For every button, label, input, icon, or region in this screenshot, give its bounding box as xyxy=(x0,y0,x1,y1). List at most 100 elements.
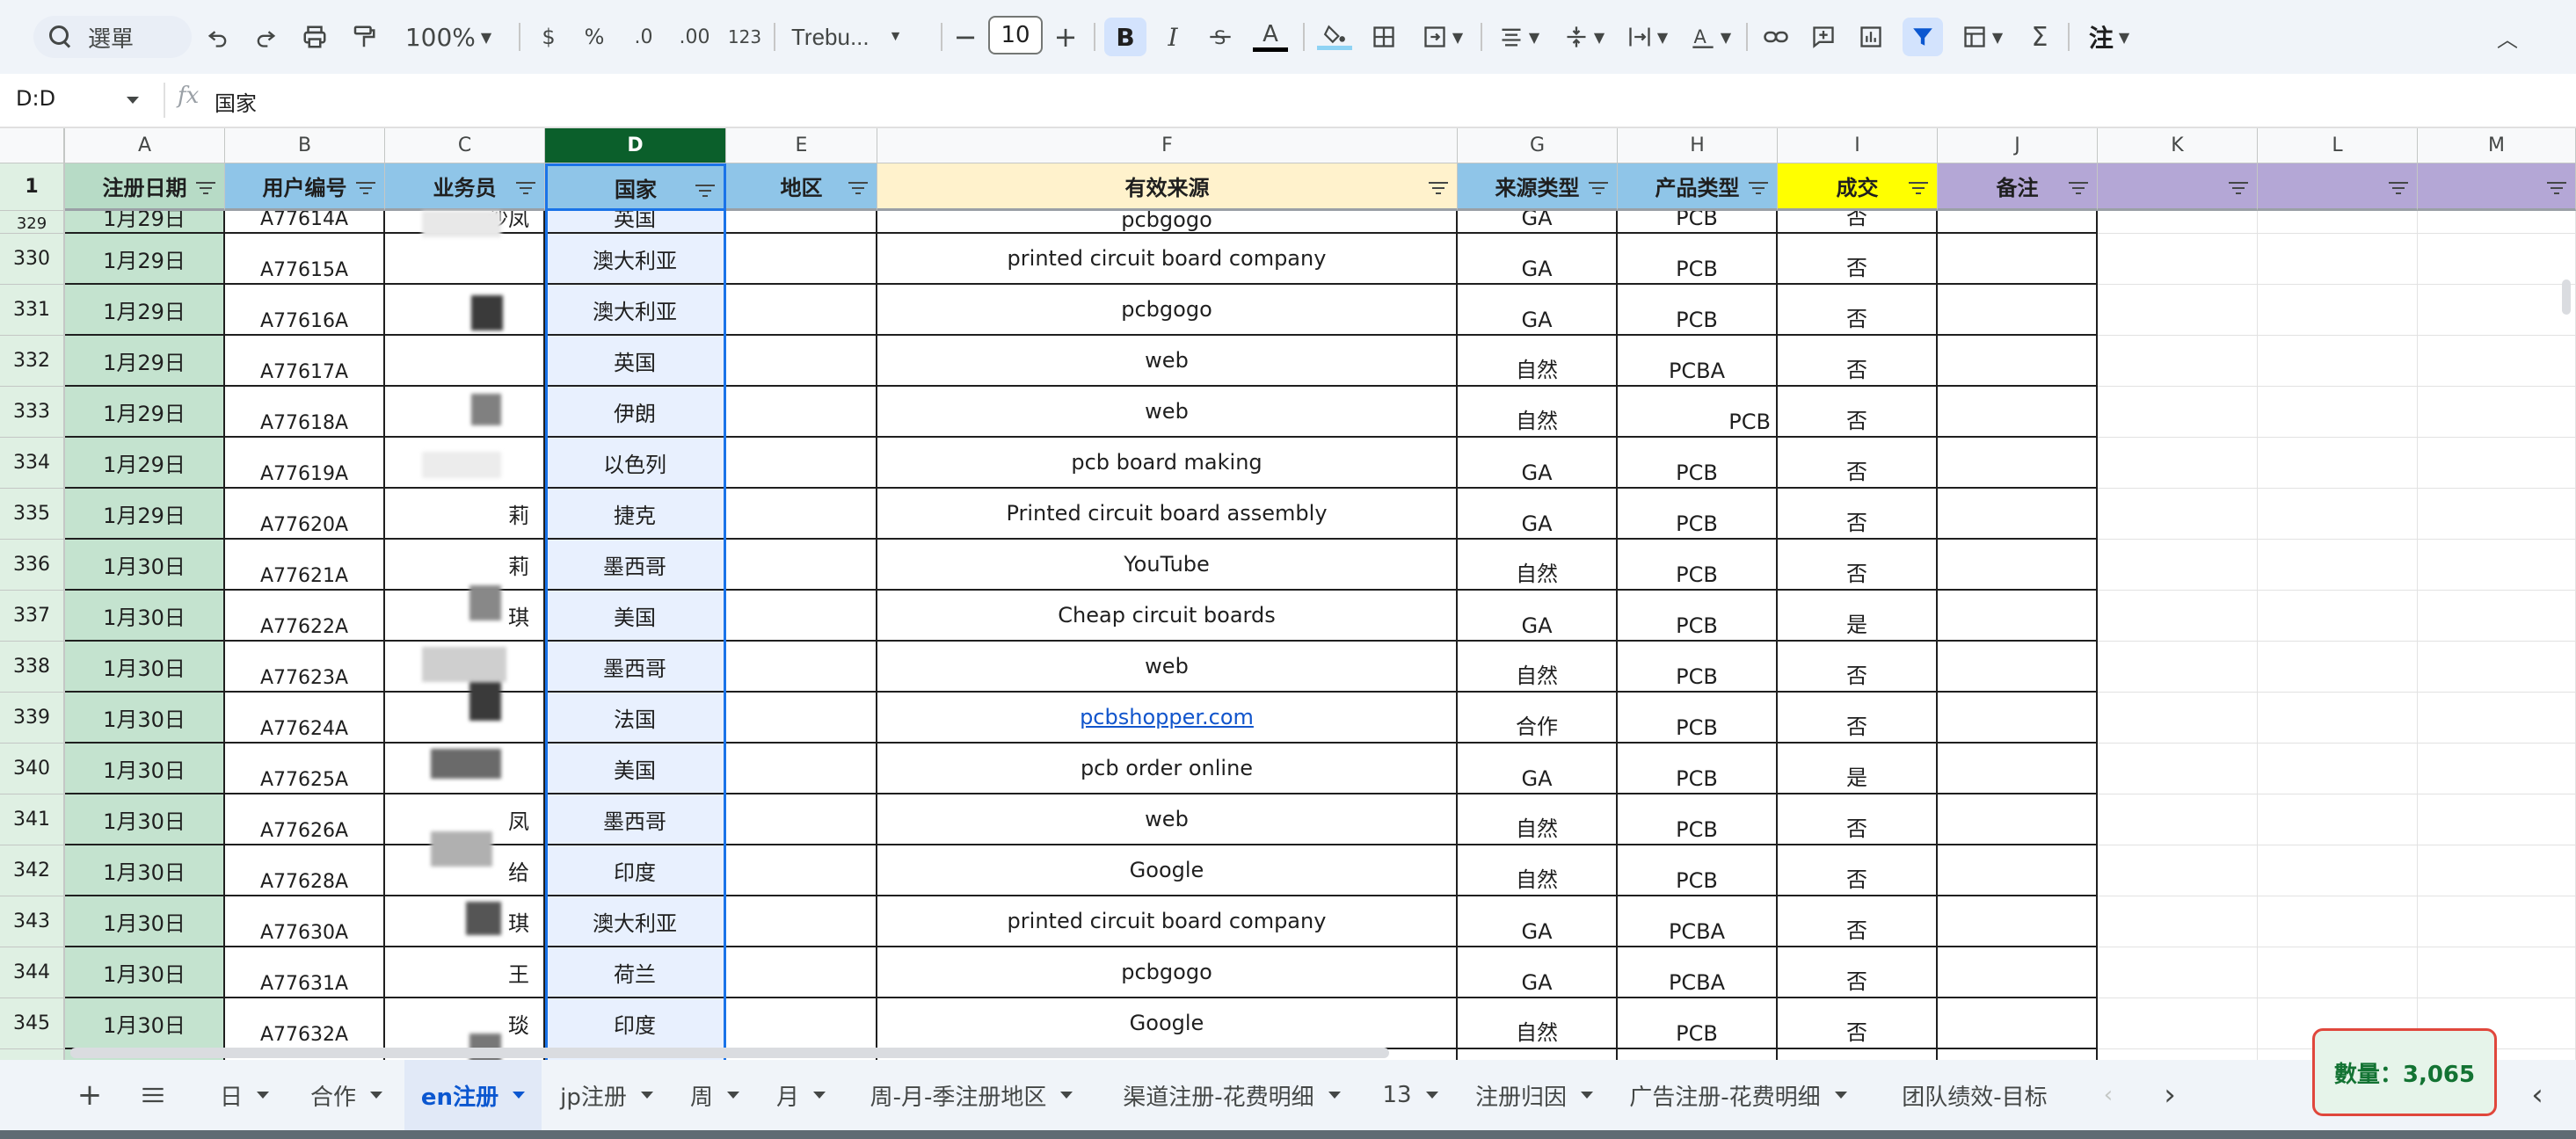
cell-j[interactable] xyxy=(1938,1049,2098,1060)
cell-e[interactable] xyxy=(726,234,877,285)
empty-cell[interactable] xyxy=(2098,794,2258,845)
cell-g[interactable]: GA xyxy=(1458,438,1618,489)
row-header[interactable]: 335 xyxy=(0,489,65,540)
sheet-tab[interactable]: 周-月-季注册地区 xyxy=(853,1060,1090,1130)
cell-a[interactable]: 1月29日 xyxy=(65,438,225,489)
header-cell-g[interactable]: 来源类型 xyxy=(1458,163,1618,211)
cell-g[interactable]: 自然 xyxy=(1458,540,1618,591)
cell-j[interactable] xyxy=(1938,998,2098,1049)
empty-cell[interactable] xyxy=(2418,489,2576,540)
strikethrough-icon[interactable]: S xyxy=(1201,18,1240,56)
filter-icon[interactable] xyxy=(1589,181,1608,195)
cell-i[interactable]: 否 xyxy=(1778,693,1938,744)
decrease-decimal-button[interactable]: .0 xyxy=(622,18,665,56)
cell-j[interactable] xyxy=(1938,336,2098,387)
insert-link-icon[interactable] xyxy=(1757,18,1795,56)
filter-icon[interactable] xyxy=(516,181,535,195)
cell-i[interactable]: 是 xyxy=(1778,591,1938,642)
cell-a[interactable]: 1月30日 xyxy=(65,845,225,896)
filter-icon[interactable] xyxy=(356,181,375,195)
cell-d[interactable]: 英国 xyxy=(545,211,726,234)
empty-cell[interactable] xyxy=(2258,693,2418,744)
row-header[interactable]: 337 xyxy=(0,591,65,642)
cell-j[interactable] xyxy=(1938,591,2098,642)
empty-cell[interactable] xyxy=(2258,211,2418,234)
cell-g[interactable]: 自然 xyxy=(1458,998,1618,1049)
cell-f[interactable]: printed circuit board company xyxy=(877,896,1458,947)
cell-e[interactable] xyxy=(726,693,877,744)
cell-h[interactable]: PCB xyxy=(1618,234,1778,285)
empty-cell[interactable] xyxy=(2098,998,2258,1049)
column-header-h[interactable]: H xyxy=(1618,128,1778,163)
sheet-tab[interactable]: 广告注册-花费明细 xyxy=(1614,1060,1862,1130)
empty-cell[interactable] xyxy=(2098,387,2258,438)
sheet-tab[interactable]: 合作 xyxy=(294,1060,399,1130)
cell-d[interactable]: 英国 xyxy=(545,336,726,387)
cell-g[interactable]: 合作 xyxy=(1458,693,1618,744)
font-size-input[interactable]: 10 xyxy=(988,16,1043,54)
fill-color-icon[interactable] xyxy=(1313,18,1356,56)
cell-b[interactable]: A77616A xyxy=(225,285,385,336)
cell-g[interactable]: 自然 xyxy=(1458,845,1618,896)
cell-e[interactable] xyxy=(726,387,877,438)
sheet-tab[interactable]: 渠道注册-花费明细 xyxy=(1104,1060,1359,1130)
cell-h[interactable]: PCB xyxy=(1618,1049,1778,1060)
empty-cell[interactable] xyxy=(2098,540,2258,591)
cell-b[interactable]: A77625A xyxy=(225,744,385,794)
cell-i[interactable]: 否 xyxy=(1778,642,1938,693)
cell-e[interactable] xyxy=(726,489,877,540)
row-header[interactable]: 336 xyxy=(0,540,65,591)
row-header[interactable]: 333 xyxy=(0,387,65,438)
row-header[interactable]: 340 xyxy=(0,744,65,794)
chevron-down-icon[interactable] xyxy=(813,1092,826,1099)
empty-cell[interactable] xyxy=(2258,794,2418,845)
header-cell-j[interactable]: 备注 xyxy=(1938,163,2098,211)
spreadsheet-grid[interactable]: A B C D E F G H I J K L M 1 注册日期 用户编号 业务员 国家 地区 有效来源 来源类型 产品类… xyxy=(0,128,2576,1060)
filter-icon[interactable] xyxy=(2229,181,2248,195)
cell-f[interactable]: web xyxy=(877,336,1458,387)
empty-cell[interactable] xyxy=(2418,438,2576,489)
empty-cell[interactable] xyxy=(2098,211,2258,234)
chevron-down-icon[interactable] xyxy=(640,1092,653,1099)
more-tools-button[interactable]: 注 ▼ xyxy=(2078,18,2140,56)
text-color-button[interactable]: A xyxy=(1248,18,1292,56)
cell-a[interactable]: 1月29日 xyxy=(65,489,225,540)
sheet-tab[interactable]: 13 xyxy=(1366,1060,1454,1130)
empty-cell[interactable] xyxy=(2258,591,2418,642)
cell-a[interactable]: 1月30日 xyxy=(65,744,225,794)
empty-cell[interactable] xyxy=(2098,285,2258,336)
cell-f[interactable]: YouTube xyxy=(877,540,1458,591)
column-header-c[interactable]: C xyxy=(385,128,545,163)
column-header-j[interactable]: J xyxy=(1938,128,2098,163)
empty-cell[interactable] xyxy=(2258,540,2418,591)
selection-count-badge[interactable]: 數量：3,065 xyxy=(2312,1028,2497,1116)
cell-i[interactable]: 否 xyxy=(1778,540,1938,591)
cell-d[interactable]: 伊朗 xyxy=(545,387,726,438)
row-header[interactable]: 338 xyxy=(0,642,65,693)
cell-a[interactable]: 1月29日 xyxy=(65,234,225,285)
cell-b[interactable]: A77615A xyxy=(225,234,385,285)
cell-j[interactable] xyxy=(1938,285,2098,336)
cell-e[interactable] xyxy=(726,642,877,693)
cell-h[interactable]: PCB xyxy=(1618,642,1778,693)
percent-format-button[interactable]: % xyxy=(575,18,614,56)
text-rotation-icon[interactable]: A ▼ xyxy=(1683,18,1739,56)
empty-cell[interactable] xyxy=(2258,845,2418,896)
row-header[interactable]: 345 xyxy=(0,998,65,1049)
empty-cell[interactable] xyxy=(2418,387,2576,438)
cell-f[interactable]: web xyxy=(877,794,1458,845)
cell-b[interactable]: A77617A xyxy=(225,336,385,387)
cell-d[interactable]: 印度 xyxy=(545,845,726,896)
cell-d[interactable]: 印度 xyxy=(545,998,726,1049)
row-header[interactable]: 343 xyxy=(0,896,65,947)
column-header-a[interactable]: A xyxy=(65,128,225,163)
row-header[interactable]: 332 xyxy=(0,336,65,387)
cell-f[interactable]: pcb board making xyxy=(877,438,1458,489)
chevron-down-icon[interactable] xyxy=(1328,1092,1341,1099)
empty-cell[interactable] xyxy=(2258,489,2418,540)
header-cell-i[interactable]: 成交 xyxy=(1778,163,1938,211)
header-cell-m[interactable] xyxy=(2418,163,2576,211)
cell-c[interactable] xyxy=(385,234,545,285)
empty-cell[interactable] xyxy=(2098,693,2258,744)
cell-d[interactable]: 法国 xyxy=(545,693,726,744)
